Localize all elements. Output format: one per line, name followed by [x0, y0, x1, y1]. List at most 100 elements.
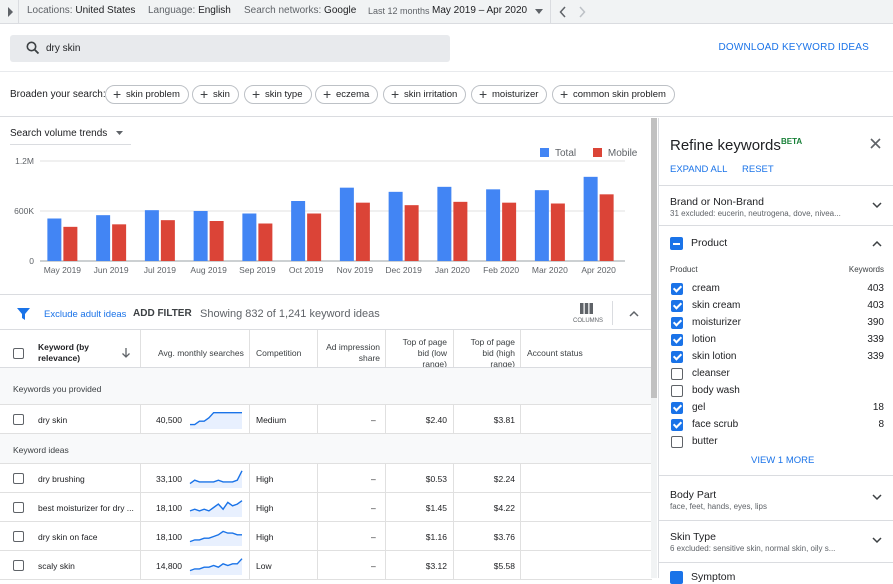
- table-row[interactable]: dry skin 40,500 Medium – $2.40 $3.81: [0, 405, 652, 434]
- table-row[interactable]: dry skin on face 18,100 High – $1.16 $3.…: [0, 522, 652, 551]
- table-row[interactable]: scaly skin 14,800 Low – $3.12 $5.58: [0, 551, 652, 580]
- trend-sparkline: [189, 558, 243, 575]
- scrollbar-thumb[interactable]: [651, 118, 657, 398]
- competition-column-header[interactable]: Competition: [256, 348, 301, 359]
- broaden-chip[interactable]: eczema: [315, 85, 379, 104]
- product-label: moisturizer: [692, 317, 741, 328]
- bar-mobile: [209, 221, 224, 261]
- product-filter-item[interactable]: butter: [659, 435, 893, 451]
- broaden-chip[interactable]: skin type: [244, 85, 312, 104]
- close-icon[interactable]: [870, 138, 881, 149]
- impression-share-cell: –: [371, 503, 376, 513]
- main-scrollbar[interactable]: [651, 118, 657, 578]
- location-setting[interactable]: Locations: United States: [27, 5, 135, 16]
- chevron-up-icon[interactable]: [872, 240, 882, 247]
- download-keyword-ideas-button[interactable]: DOWNLOAD KEYWORD IDEAS: [718, 42, 869, 53]
- product-checkbox[interactable]: [671, 317, 683, 329]
- row-checkbox[interactable]: [13, 414, 24, 425]
- product-checkbox[interactable]: [671, 334, 683, 346]
- product-partial-checkbox[interactable]: [670, 237, 683, 250]
- product-label: skin lotion: [692, 351, 737, 362]
- date-range-select[interactable]: May 2019 – Apr 2020: [432, 5, 527, 16]
- product-count: 339: [867, 334, 884, 345]
- product-checkbox[interactable]: [671, 402, 683, 414]
- exclude-adult-ideas-filter[interactable]: Exclude adult ideas: [44, 309, 126, 320]
- bid-low-cell: $0.53: [425, 474, 447, 484]
- product-checkbox[interactable]: [671, 419, 683, 431]
- product-filter-item[interactable]: body wash: [659, 384, 893, 400]
- bid-low-column-header[interactable]: Top of page bid (low range): [392, 337, 447, 370]
- columns-button[interactable]: COLUMNS: [572, 301, 603, 327]
- keyword-column-header[interactable]: Keyword (by relevance): [38, 342, 108, 364]
- add-filter-button[interactable]: ADD FILTER: [133, 308, 192, 319]
- product-filter-item[interactable]: skin cream 403: [659, 299, 893, 315]
- broaden-chip[interactable]: skin problem: [105, 85, 189, 104]
- avg-searches-column-header[interactable]: Avg. monthly searches: [158, 348, 244, 359]
- body-part-section[interactable]: Body Part face, feet, hands, eyes, lips: [659, 476, 893, 521]
- select-all-checkbox[interactable]: [13, 348, 24, 359]
- product-filter-item[interactable]: cream 403: [659, 282, 893, 298]
- language-setting[interactable]: Language: English: [148, 5, 231, 16]
- brand-section-title: Brand or Non-Brand: [670, 196, 764, 208]
- product-checkbox[interactable]: [671, 283, 683, 295]
- keyword-search-input[interactable]: dry skin: [10, 35, 450, 62]
- trend-sparkline: [189, 500, 243, 517]
- network-value: Google: [324, 5, 357, 16]
- skin-type-section[interactable]: Skin Type 6 excluded: sensitive skin, no…: [659, 521, 893, 563]
- impression-share-column-header[interactable]: Ad impression share: [322, 342, 380, 364]
- row-checkbox[interactable]: [13, 560, 24, 571]
- competition-cell: High: [256, 474, 274, 484]
- product-count: 390: [867, 317, 884, 328]
- table-row[interactable]: best moisturizer for dry ... 18,100 High…: [0, 493, 652, 522]
- product-checkbox[interactable]: [671, 300, 683, 312]
- network-setting[interactable]: Search networks: Google: [244, 5, 356, 16]
- bar-mobile: [112, 224, 127, 261]
- product-checkbox[interactable]: [671, 368, 683, 380]
- brand-section[interactable]: Brand or Non-Brand 31 excluded: eucerin,…: [659, 186, 893, 226]
- bid-high-cell: $3.81: [493, 415, 515, 425]
- row-checkbox[interactable]: [13, 473, 24, 484]
- product-checkbox[interactable]: [671, 385, 683, 397]
- broaden-chip[interactable]: moisturizer: [471, 85, 548, 104]
- product-checkbox[interactable]: [671, 351, 683, 363]
- dropdown-arrow-icon[interactable]: [535, 9, 543, 14]
- product-count: 18: [872, 402, 884, 413]
- sparkline-line: [189, 470, 243, 485]
- view-more-button[interactable]: VIEW 1 MORE: [751, 455, 814, 466]
- main-panel: Search volume trends Total Mobile 0 600K 1…: [0, 118, 652, 580]
- product-filter-item[interactable]: cleanser: [659, 367, 893, 383]
- reset-button[interactable]: RESET: [742, 164, 774, 175]
- skin-type-title: Skin Type: [670, 531, 716, 543]
- broaden-chip[interactable]: skin: [192, 85, 239, 104]
- product-filter-item[interactable]: gel 18: [659, 401, 893, 417]
- trend-sparkline: [189, 470, 243, 488]
- skin-type-subtitle: 6 excluded: sensitive skin, normal skin,…: [670, 544, 836, 553]
- filter-row: Exclude adult ideas ADD FILTER Showing 8…: [0, 294, 652, 330]
- expand-arrow-icon[interactable]: [6, 6, 14, 18]
- symptom-section[interactable]: Symptom: [659, 563, 893, 584]
- competition-cell: Medium: [256, 415, 287, 425]
- broaden-chip[interactable]: skin irritation: [383, 85, 467, 104]
- product-filter-item[interactable]: moisturizer 390: [659, 316, 893, 332]
- product-checkbox[interactable]: [671, 436, 683, 448]
- sort-arrow-icon[interactable]: [122, 348, 130, 358]
- account-status-column-header[interactable]: Account status: [527, 348, 583, 359]
- bar-total: [437, 186, 452, 261]
- bid-high-column-header[interactable]: Top of page bid (high range): [460, 337, 515, 370]
- product-count: 403: [867, 283, 884, 294]
- chevron-left-icon[interactable]: [559, 6, 567, 18]
- product-filter-item[interactable]: face scrub 8: [659, 418, 893, 434]
- bar-total: [583, 176, 598, 261]
- chevron-right-icon[interactable]: [578, 6, 586, 18]
- filter-icon[interactable]: [17, 308, 30, 320]
- product-filter-item[interactable]: skin lotion 339: [659, 350, 893, 366]
- collapse-chevron-icon[interactable]: [629, 310, 639, 317]
- row-checkbox[interactable]: [13, 502, 24, 513]
- broaden-chip[interactable]: common skin problem: [552, 85, 675, 104]
- product-filter-item[interactable]: lotion 339: [659, 333, 893, 349]
- table-row[interactable]: dry brushing 33,100 High – $0.53 $2.24: [0, 464, 652, 493]
- row-checkbox[interactable]: [13, 531, 24, 542]
- expand-all-button[interactable]: EXPAND ALL: [670, 164, 727, 175]
- product-label: cream: [692, 283, 720, 294]
- bar-mobile: [599, 194, 614, 261]
